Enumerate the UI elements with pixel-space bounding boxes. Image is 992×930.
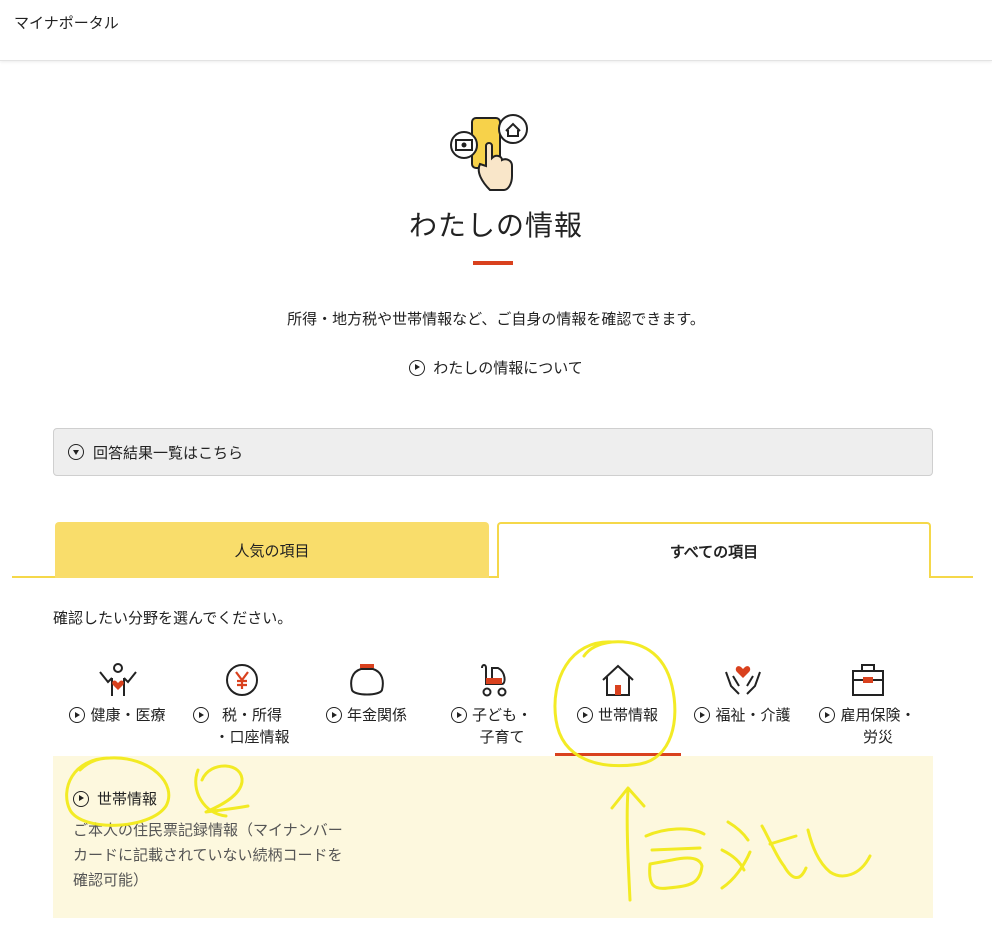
play-circle-icon — [193, 707, 210, 723]
tab-all[interactable]: すべての項目 — [497, 522, 931, 578]
play-circle-icon — [819, 707, 836, 723]
play-circle-icon — [73, 790, 89, 807]
house-icon — [601, 664, 634, 696]
app-title[interactable]: マイナポータル — [14, 12, 119, 33]
play-circle-icon — [450, 707, 467, 723]
select-prompt: 確認したい分野を選んでください。 — [53, 609, 293, 627]
category-pension[interactable]: 年金関係 — [304, 662, 429, 727]
category-detail-panel: 世帯情報 ご本人の住民票記録情報（マイナンバーカードに記載されていない続柄コード… — [53, 756, 933, 918]
top-bar: マイナポータル — [0, 0, 992, 61]
about-link-label: わたしの情報について — [433, 359, 583, 377]
briefcase-icon — [851, 664, 884, 696]
about-link: わたしの情報について — [0, 357, 992, 380]
category-health-label: 健康・医療 — [69, 704, 166, 726]
play-circle-icon — [69, 707, 86, 723]
play-circle-icon — [694, 707, 711, 723]
hands-heart-icon — [724, 666, 761, 695]
yen-coin-icon — [225, 664, 258, 696]
tab-popular[interactable]: 人気の項目 — [55, 522, 489, 578]
play-circle-icon — [576, 707, 593, 723]
category-employment[interactable]: 雇用保険・ 労災 — [805, 662, 930, 748]
stroller-icon — [480, 664, 506, 697]
category-children[interactable]: 子ども・ 子育て — [429, 662, 554, 748]
category-welfare[interactable]: 福祉・介護 — [680, 662, 805, 727]
health-person-heart-icon — [98, 663, 137, 696]
chevron-down-circle-icon — [68, 444, 84, 460]
results-list-toggle[interactable]: 回答結果一覧はこちら — [53, 428, 933, 476]
category-health[interactable]: 健康・医療 — [55, 662, 180, 727]
detail-link-label: 世帯情報 — [97, 790, 158, 808]
category-tax-label: 税・所得 ・口座情報 — [193, 704, 290, 748]
category-household[interactable]: 世帯情報 — [555, 662, 680, 727]
detail-link[interactable]: 世帯情報 — [73, 788, 157, 809]
detail-description: ご本人の住民票記録情報（マイナンバーカードに記載されていない続柄コードを確認可能… — [73, 821, 343, 889]
page-title: わたしの情報 — [408, 209, 583, 242]
category-welfare-label: 福祉・介護 — [694, 704, 791, 726]
purse-icon — [349, 664, 384, 696]
play-circle-icon — [325, 707, 342, 723]
play-circle-icon — [409, 359, 426, 376]
category-pension-label: 年金関係 — [325, 704, 407, 726]
tab-all-label: すべての項目 — [669, 542, 759, 561]
category-tax[interactable]: 税・所得 ・口座情報 — [179, 662, 304, 748]
category-household-label: 世帯情報 — [576, 704, 658, 726]
category-children-label: 子ども・ 子育て — [450, 704, 532, 748]
tab-popular-label: 人気の項目 — [234, 541, 310, 560]
title-underline — [473, 261, 513, 265]
smartphone-services-icon — [450, 114, 528, 191]
about-link-inner[interactable]: わたしの情報について — [409, 357, 583, 378]
page-description: 所得・地方税や世帯情報など、ご自身の情報を確認できます。 — [287, 310, 705, 328]
category-employment-label: 雇用保険・ 労災 — [819, 704, 916, 748]
results-list-label: 回答結果一覧はこちら — [93, 443, 244, 462]
